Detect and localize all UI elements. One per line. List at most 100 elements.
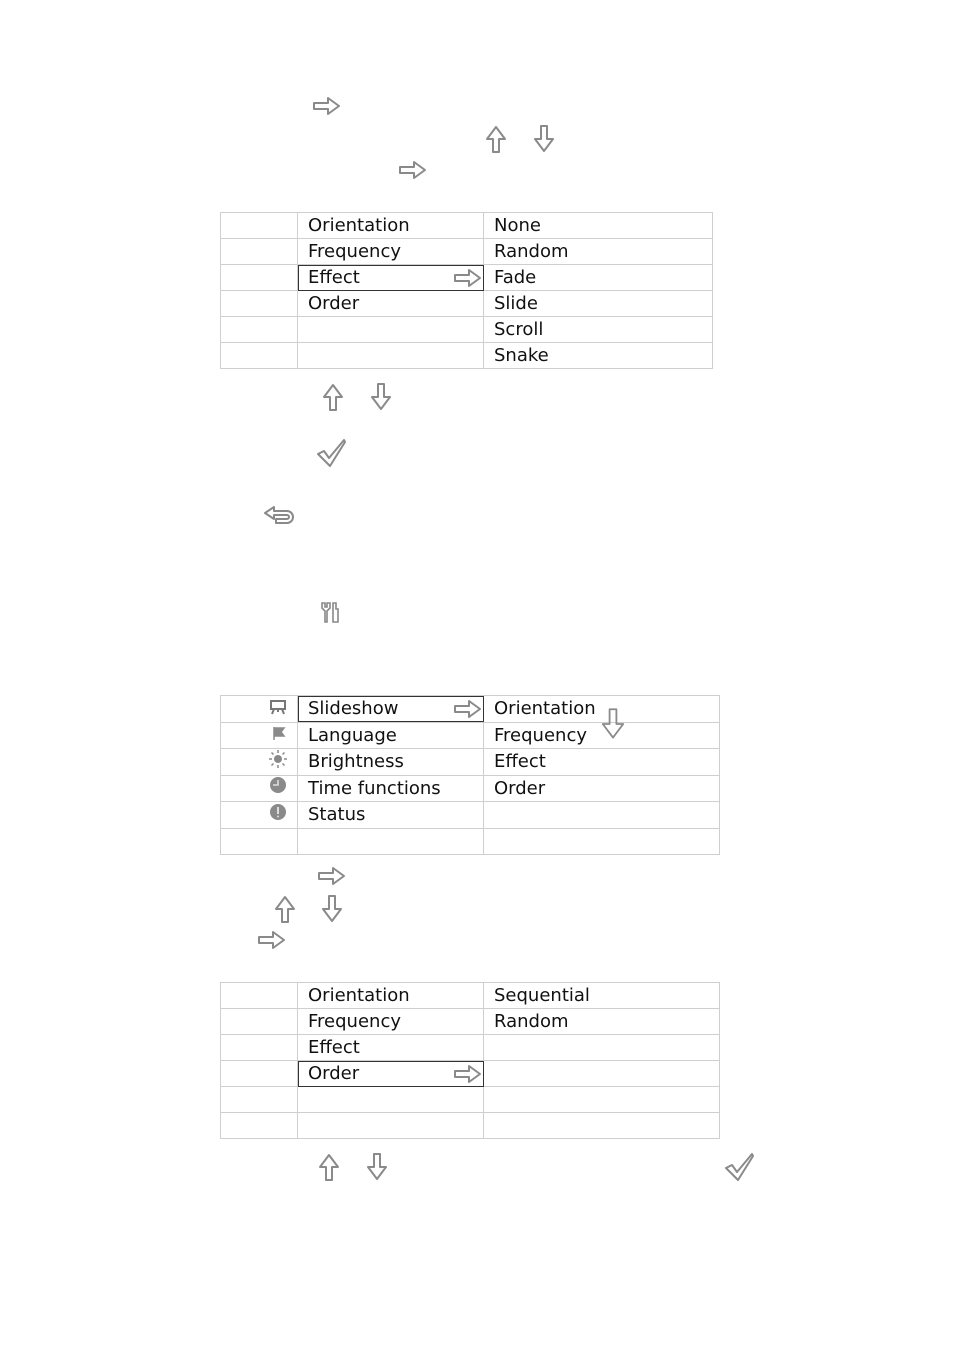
icon-cell — [220, 695, 298, 723]
menu-item-label[interactable]: Frequency — [297, 1008, 484, 1035]
up-arrow-icon — [274, 894, 296, 924]
down-arrow-icon — [533, 124, 555, 154]
icon-cell — [220, 801, 298, 829]
submenu-item[interactable] — [483, 1060, 720, 1087]
menu-item-label[interactable]: Time functions — [297, 774, 484, 802]
back-icon — [263, 505, 297, 529]
submenu-item[interactable]: Random — [483, 238, 713, 265]
submenu-item[interactable]: Fade — [483, 264, 713, 291]
submenu-item[interactable]: Sequential — [483, 982, 720, 1009]
menu-row[interactable]: Scroll — [220, 316, 713, 343]
menu-item-text: Orientation — [308, 985, 410, 1006]
menu-row[interactable] — [220, 1086, 720, 1113]
menu-row[interactable]: Orientation None — [220, 212, 713, 239]
icon-cell — [220, 748, 298, 776]
right-arrow-icon — [398, 160, 428, 180]
menu-row[interactable] — [220, 1112, 720, 1139]
menu-item-label[interactable]: Orientation — [297, 982, 484, 1009]
menu-row[interactable]: Language Frequency — [220, 721, 720, 749]
menu-row[interactable]: Frequency Random — [220, 1008, 720, 1035]
icon-cell — [220, 982, 298, 1009]
submenu-item[interactable]: None — [483, 212, 713, 239]
menu-item-label[interactable]: Effect — [297, 264, 484, 291]
menu-item-label[interactable]: Slideshow — [297, 695, 484, 723]
icon-cell — [220, 774, 298, 802]
icon-cell — [220, 316, 298, 343]
menu-item-label[interactable] — [297, 316, 484, 343]
menu-item-text: Order — [308, 1063, 360, 1084]
menu-row[interactable]: Slideshow Orientation — [220, 695, 720, 723]
menu-item-label[interactable]: Order — [297, 290, 484, 317]
submenu-item[interactable] — [483, 801, 720, 829]
clock-icon — [269, 776, 287, 801]
main-menu-table: Slideshow Orientation Language Frequency Bri… — [220, 695, 720, 855]
menu-row[interactable]: Order Slide — [220, 290, 713, 317]
menu-item-text: Slideshow — [308, 698, 399, 720]
slideshow-icon — [269, 697, 287, 722]
menu-item-label[interactable] — [297, 827, 484, 855]
submenu-item[interactable]: Effect — [483, 748, 720, 776]
submenu-item[interactable] — [483, 1112, 720, 1139]
icon-cell — [220, 1112, 298, 1139]
menu-row[interactable]: Orientation Sequential — [220, 982, 720, 1009]
right-arrow-icon — [312, 96, 342, 116]
submenu-item[interactable]: Order — [483, 774, 720, 802]
menu-row[interactable]: Snake — [220, 342, 713, 369]
icon-cell — [220, 721, 298, 749]
icon-cell — [220, 1008, 298, 1035]
menu-row[interactable]: Order — [220, 1060, 720, 1087]
status-icon — [269, 803, 287, 828]
down-arrow-icon — [321, 894, 343, 924]
submenu-item[interactable]: Scroll — [483, 316, 713, 343]
menu-item-label[interactable] — [297, 1112, 484, 1139]
submenu-item[interactable] — [483, 1086, 720, 1113]
submenu-item[interactable] — [483, 1034, 720, 1061]
checkmark-icon — [724, 1152, 756, 1182]
menu-item-label[interactable]: Frequency — [297, 238, 484, 265]
menu-item-label[interactable]: Orientation — [297, 212, 484, 239]
submenu-item[interactable]: Snake — [483, 342, 713, 369]
menu-item-text: Frequency — [308, 241, 401, 262]
down-arrow-icon — [366, 1152, 388, 1182]
effect-menu-table: Orientation None Frequency Random Effect Fade… — [220, 212, 713, 369]
menu-row[interactable] — [220, 827, 720, 855]
menu-item-text: Language — [308, 724, 397, 746]
icon-cell — [220, 1060, 298, 1087]
up-arrow-icon — [485, 124, 507, 154]
right-arrow-icon — [257, 930, 287, 950]
brightness-icon — [269, 749, 287, 775]
down-arrow-icon — [370, 382, 392, 412]
menu-item-text: Frequency — [308, 1011, 401, 1032]
menu-item-label[interactable]: Effect — [297, 1034, 484, 1061]
menu-item-label[interactable]: Status — [297, 801, 484, 829]
menu-item-text: Order — [308, 293, 360, 314]
icon-cell — [220, 1086, 298, 1113]
menu-item-label[interactable]: Brightness — [297, 748, 484, 776]
menu-item-text: Status — [308, 804, 366, 826]
menu-item-text: Effect — [308, 267, 360, 288]
menu-item-label[interactable] — [297, 342, 484, 369]
menu-row[interactable]: Brightness Effect — [220, 748, 720, 776]
submenu-item[interactable] — [483, 827, 720, 855]
submenu-item[interactable]: Slide — [483, 290, 713, 317]
menu-row[interactable]: Frequency Random — [220, 238, 713, 265]
menu-item-label[interactable]: Language — [297, 721, 484, 749]
down-arrow-icon — [600, 707, 626, 741]
icon-cell — [220, 264, 298, 291]
icon-cell — [220, 342, 298, 369]
icon-cell — [220, 827, 298, 855]
submenu-item[interactable]: Random — [483, 1008, 720, 1035]
menu-row[interactable]: Effect — [220, 1034, 720, 1061]
menu-row[interactable]: Time functions Order — [220, 774, 720, 802]
icon-cell — [220, 290, 298, 317]
flag-icon — [271, 723, 287, 748]
menu-item-label[interactable] — [297, 1086, 484, 1113]
manual-page: Orientation None Frequency Random Effect Fade… — [0, 0, 954, 1350]
menu-row[interactable]: Effect Fade — [220, 264, 713, 291]
icon-cell — [220, 1034, 298, 1061]
icon-cell — [220, 238, 298, 265]
menu-item-text: Brightness — [308, 751, 404, 773]
order-menu-table: Orientation Sequential Frequency Random Effe… — [220, 982, 720, 1139]
menu-item-label[interactable]: Order — [297, 1060, 484, 1087]
menu-row[interactable]: Status — [220, 801, 720, 829]
